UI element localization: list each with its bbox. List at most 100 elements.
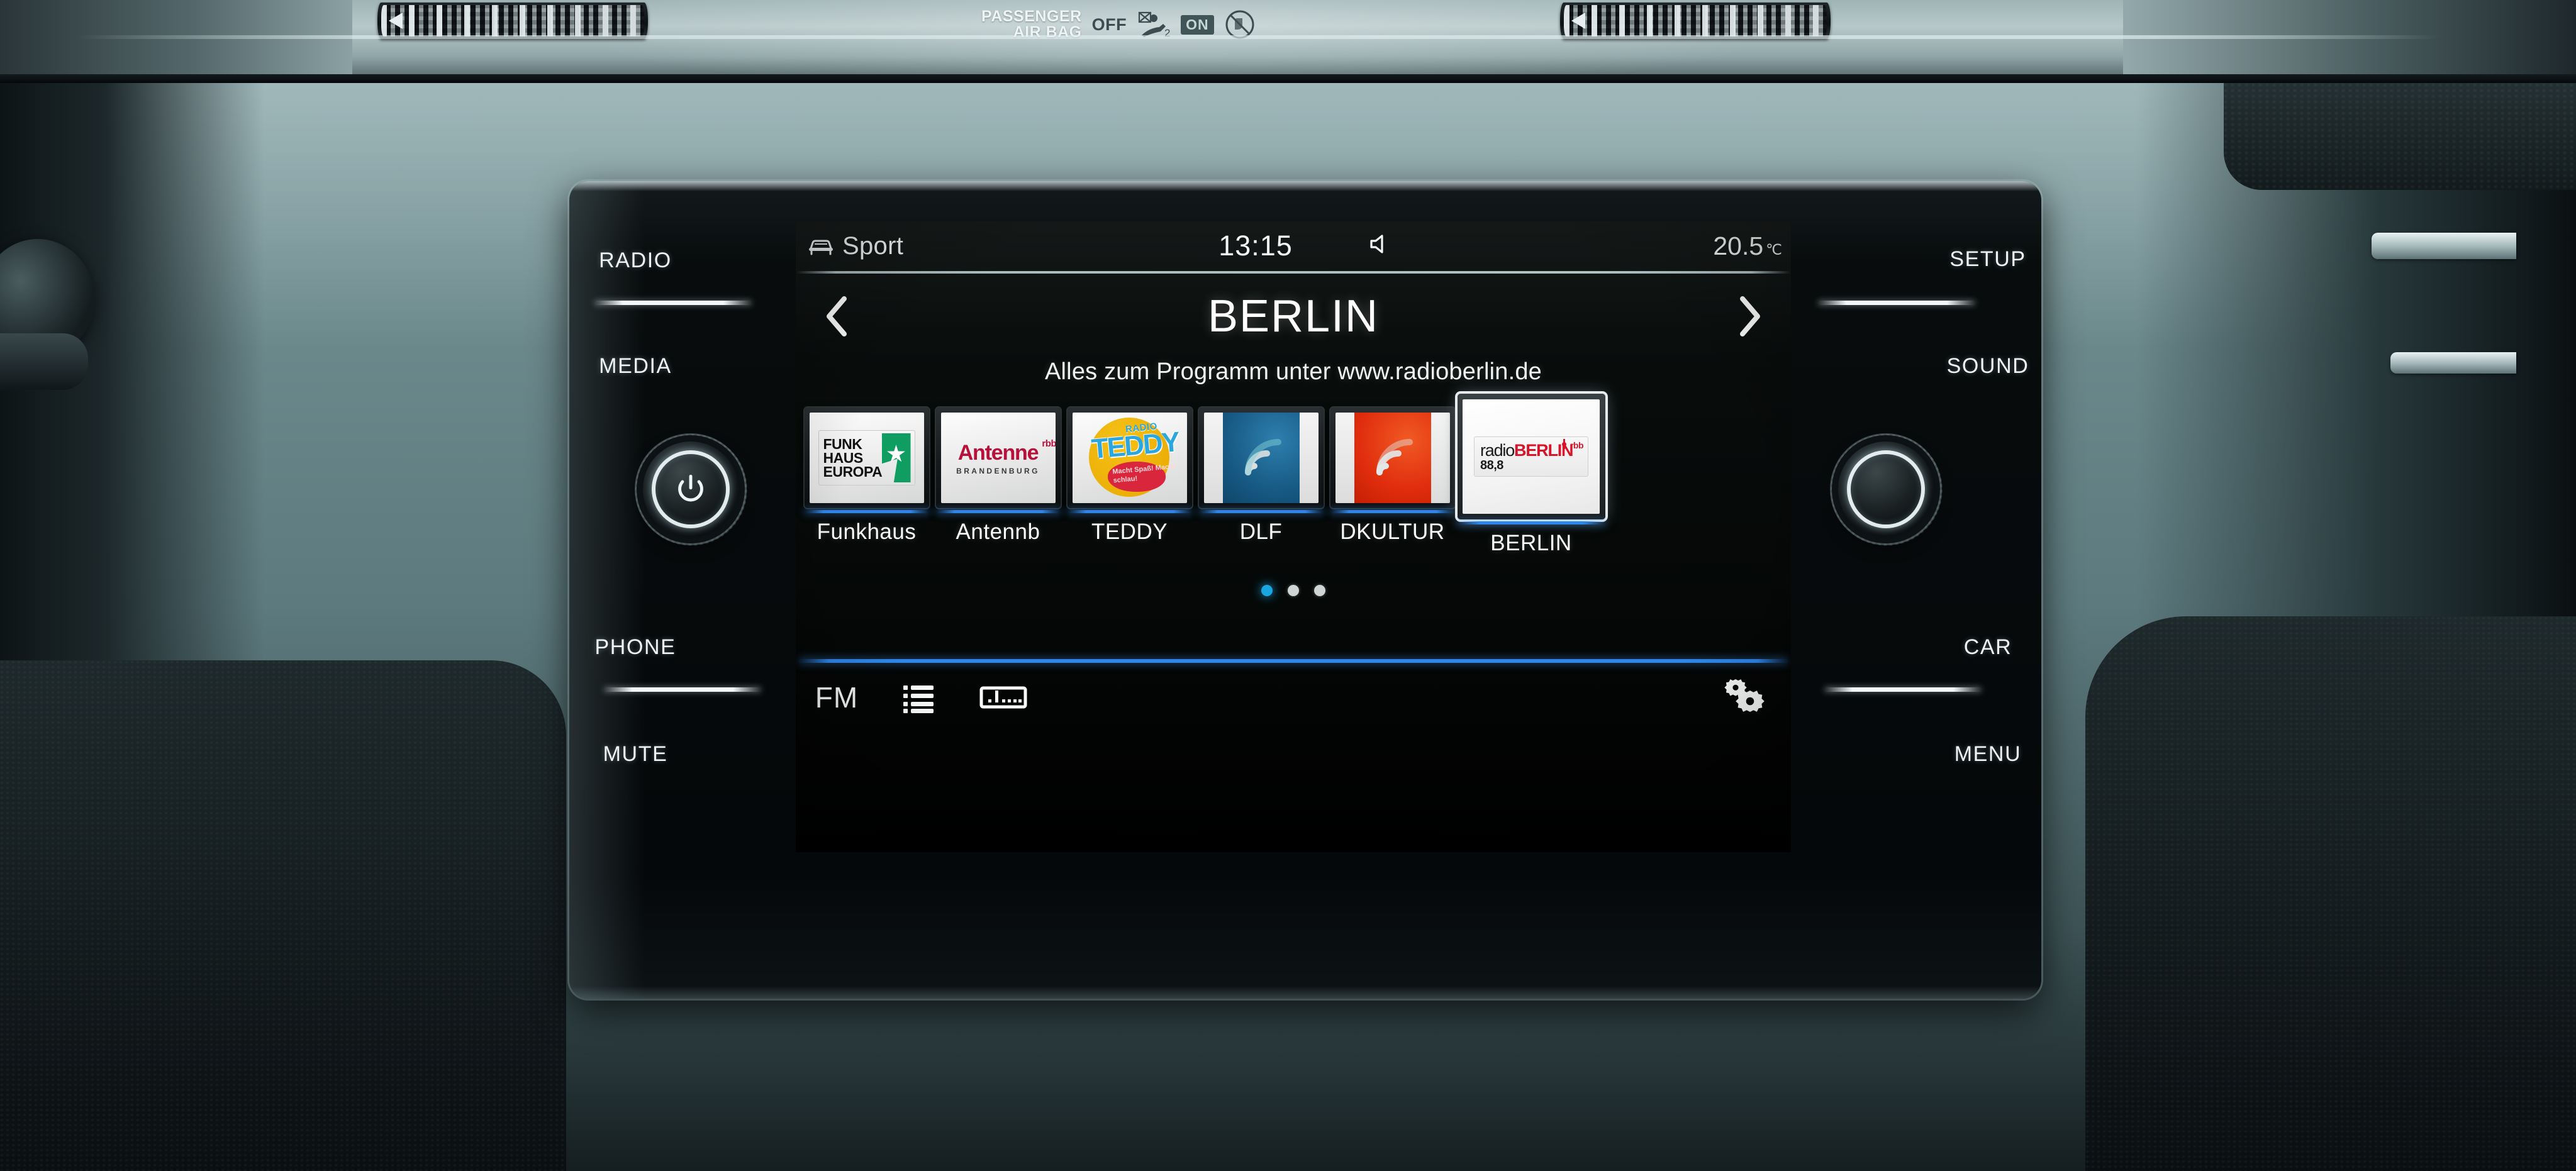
- hw-button-radio[interactable]: RADIO: [554, 248, 717, 273]
- preset-caption: BERLIN: [1490, 531, 1572, 555]
- outside-temperature: 20.5 ℃: [1713, 231, 1782, 261]
- hw-button-setup[interactable]: SETUP: [1900, 247, 2076, 272]
- logo-tv-tower: [1562, 439, 1566, 449]
- radio-teddy-logo: RADIO TEDDY Macht Spaß! Macht schlau!: [1072, 413, 1187, 503]
- hw-divider-right-upper: [1818, 301, 1975, 305]
- funkhaus-europa-logo: FUNK HAUS EUROPA: [809, 413, 924, 503]
- preset-selection-underline: [935, 510, 1061, 513]
- air-vent-right[interactable]: [1560, 3, 1831, 39]
- hw-divider-right-lower: [1824, 687, 1982, 692]
- hw-button-phone[interactable]: PHONE: [554, 635, 717, 660]
- airbag-on-label: ON: [1181, 14, 1214, 35]
- bottom-toolbar: FM: [796, 663, 1791, 732]
- power-icon: [678, 474, 703, 502]
- current-station-name: BERLIN: [1207, 291, 1380, 341]
- hw-button-sound[interactable]: SOUND: [1900, 354, 2076, 379]
- preset-logo-frame: FUNK HAUS EUROPA: [804, 408, 929, 508]
- deutschlandfunk-wave-logo: [1203, 413, 1319, 503]
- logo-line-2: HAUS: [823, 449, 864, 466]
- infotainment-display[interactable]: Sport 13:15 20.5 ℃ BERLIN Alles zum Prog…: [796, 221, 1791, 852]
- temperature-value: 20.5: [1713, 231, 1764, 260]
- preset-tile-antennb[interactable]: Antenne rbb BRANDENBURG Antennb: [934, 408, 1062, 545]
- hw-button-car[interactable]: CAR: [1900, 635, 2076, 660]
- settings-gears-icon[interactable]: [1697, 663, 1791, 732]
- preset-station-list: FUNK HAUS EUROPA Funkhaus Antenne rbb BR…: [802, 394, 1785, 558]
- preset-selection-underline: [1330, 510, 1455, 513]
- airbag-label-line1: PASSENGER: [981, 7, 1082, 25]
- logo-frequency: 88,8: [1480, 458, 1503, 472]
- preset-tile-berlin[interactable]: radioBERLIN rbb 88,8 BERLIN: [1456, 394, 1607, 556]
- dash-seam: [0, 74, 2576, 83]
- clock: 13:15: [1218, 230, 1293, 262]
- passenger-airbag-indicator: PASSENGER AIR BAG OFF 2 ON: [981, 0, 1371, 49]
- vent-direction-knob[interactable]: [1571, 13, 1585, 29]
- preset-logo-frame: [1330, 408, 1455, 508]
- logo-radio-text: radio: [1480, 441, 1515, 460]
- logo-line-1: FUNK: [823, 435, 862, 452]
- frequency-band-icon[interactable]: [959, 663, 1047, 732]
- radio-berlin-rbb-logo: radioBERLIN rbb 88,8: [1463, 399, 1600, 514]
- upper-trim-panel-right: [2224, 83, 2576, 190]
- tune-scroll-knob[interactable]: [1838, 441, 1934, 537]
- preset-logo-frame: Antenne rbb BRANDENBURG: [935, 408, 1061, 508]
- vent-slats: [1564, 5, 1827, 36]
- wifi-wave-icon: [1376, 439, 1413, 475]
- preset-caption: DLF: [1239, 519, 1283, 544]
- page-dot-2[interactable]: [1288, 585, 1299, 596]
- head-unit-top-edge: [569, 181, 2041, 191]
- temperature-unit: ℃: [1766, 241, 1782, 258]
- preset-selection-underline: [1198, 510, 1324, 513]
- page-dot-3[interactable]: [1314, 585, 1325, 596]
- station-list-icon[interactable]: [878, 663, 959, 732]
- preset-logo-frame: [1198, 408, 1324, 508]
- preset-selection-underline-active: [1457, 521, 1605, 524]
- preset-tile-teddy[interactable]: RADIO TEDDY Macht Spaß! Macht schlau! TE…: [1065, 408, 1194, 545]
- preset-caption: TEDDY: [1091, 519, 1168, 544]
- preset-caption: Antennb: [956, 519, 1040, 544]
- car-icon: [809, 240, 833, 255]
- hw-button-media[interactable]: MEDIA: [554, 354, 717, 379]
- preset-logo-frame-selected: radioBERLIN rbb 88,8: [1457, 394, 1605, 519]
- preset-selection-underline: [804, 510, 929, 513]
- chevron-left-icon[interactable]: [810, 288, 866, 345]
- logo-rbb-sup: rbb: [1042, 438, 1056, 449]
- steering-column-base: [0, 333, 88, 390]
- logo-main-text: Antenne: [957, 440, 1039, 465]
- hw-button-mute[interactable]: MUTE: [554, 742, 717, 767]
- lower-trim-panel-right: [2085, 616, 2576, 1171]
- preset-caption: DKULTUR: [1340, 519, 1445, 544]
- vent-slats: [381, 5, 644, 36]
- band-button[interactable]: FM: [796, 663, 878, 732]
- drive-mode-indicator[interactable]: Sport: [807, 232, 903, 260]
- airbag-off-label: OFF: [1091, 14, 1127, 34]
- power-volume-knob[interactable]: [643, 441, 739, 537]
- status-bar-divider: [796, 271, 1791, 274]
- radio-text: Alles zum Programm unter www.radioberlin…: [1044, 358, 1542, 385]
- preset-tile-funkhaus[interactable]: FUNK HAUS EUROPA Funkhaus: [802, 408, 931, 545]
- lower-trim-panel-left: [0, 660, 566, 1171]
- deutschlandfunk-kultur-wave-logo: [1335, 413, 1450, 503]
- dashboard: PASSENGER AIR BAG OFF 2 ON RADIO MEDIA P…: [0, 0, 2576, 1171]
- preset-tile-dkultur[interactable]: DKULTUR: [1328, 408, 1457, 545]
- station-navigator: BERLIN: [796, 282, 1791, 351]
- antenne-brandenburg-logo: Antenne rbb BRANDENBURG: [940, 413, 1056, 503]
- drive-mode-label: Sport: [842, 231, 904, 260]
- page-dot-1[interactable]: [1261, 585, 1273, 596]
- hw-divider-left-upper: [594, 301, 752, 305]
- wifi-wave-icon: [1244, 439, 1281, 475]
- chevron-right-icon[interactable]: [1720, 288, 1777, 345]
- preset-selection-underline: [1067, 510, 1192, 513]
- door-trim-chrome-lower: [2390, 352, 2516, 374]
- head-unit-bottom-edge: [569, 986, 2041, 999]
- hw-divider-left-lower: [604, 687, 761, 692]
- hw-button-menu[interactable]: MENU: [1900, 742, 2076, 767]
- air-vent-left[interactable]: [377, 3, 648, 39]
- preset-page-indicator: [796, 585, 1791, 596]
- preset-logo-frame: RADIO TEDDY Macht Spaß! Macht schlau!: [1067, 408, 1192, 508]
- preset-tile-dlf[interactable]: DLF: [1196, 408, 1325, 545]
- speaker-icon[interactable]: [1366, 231, 1391, 260]
- preset-caption: Funkhaus: [817, 519, 917, 544]
- vent-direction-knob[interactable]: [389, 13, 403, 29]
- status-bar: Sport 13:15 20.5 ℃: [796, 221, 1791, 270]
- logo-wave-band: [1354, 413, 1431, 503]
